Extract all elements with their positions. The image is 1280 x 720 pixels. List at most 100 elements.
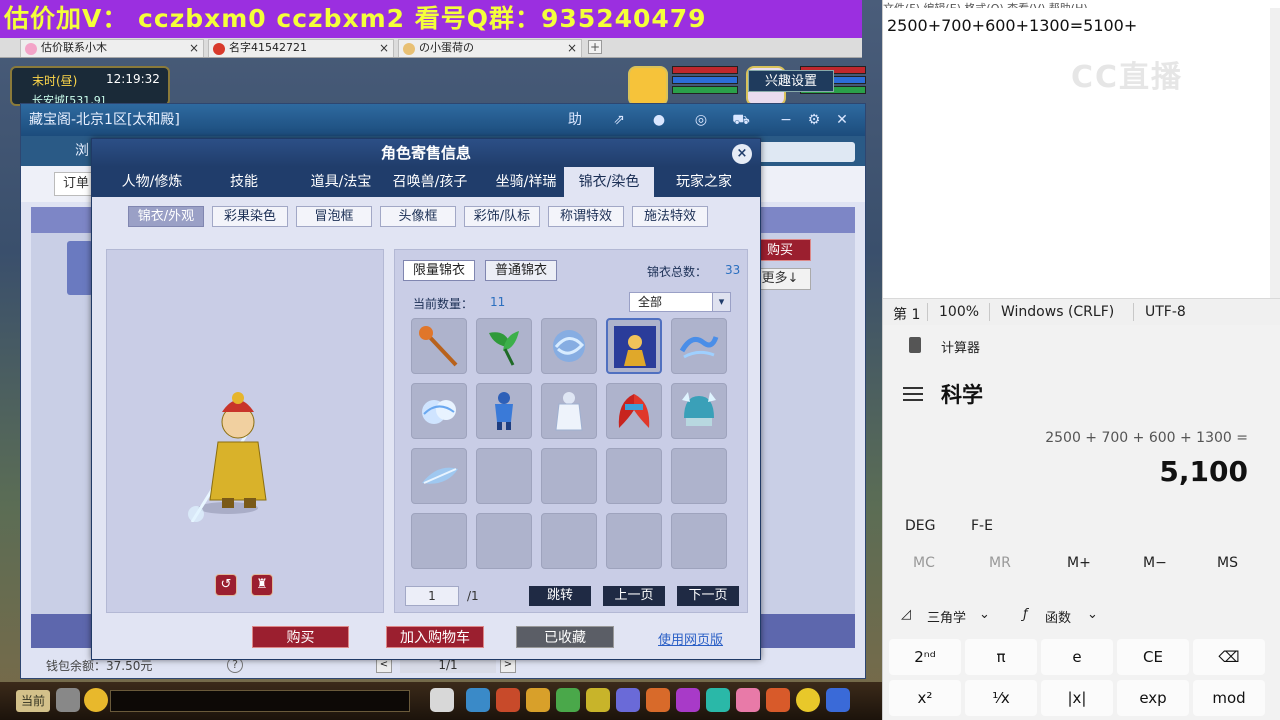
tab-character[interactable]: 人物/修炼	[104, 167, 200, 197]
mic-icon[interactable]	[56, 688, 80, 712]
outfit-slot-cloud[interactable]	[411, 383, 467, 439]
outfit-slot-portrait[interactable]	[606, 318, 662, 374]
item-icon[interactable]	[706, 688, 730, 712]
interest-settings-button[interactable]: 兴趣设置	[748, 70, 834, 92]
fe-toggle[interactable]: F-E	[971, 518, 993, 534]
close-icon[interactable]: ×	[379, 40, 389, 56]
item-icon[interactable]	[826, 688, 850, 712]
outfit-slot-knight[interactable]	[476, 383, 532, 439]
item-icon[interactable]	[556, 688, 580, 712]
deg-toggle[interactable]: DEG	[905, 518, 935, 534]
page-input[interactable]: 1	[405, 586, 459, 606]
next-page-button[interactable]: 下一页	[677, 586, 739, 606]
scrollbar[interactable]	[1270, 8, 1280, 298]
subtab-bubble-frame[interactable]: 冒泡框	[296, 206, 372, 227]
key-square[interactable]: x²	[889, 680, 961, 716]
use-web-version-link[interactable]: 使用网页版	[658, 629, 723, 648]
subtab-cast-effect[interactable]: 施法特效	[632, 206, 708, 227]
add-to-cart-button[interactable]: 加入购物车	[386, 626, 484, 648]
browser-tab-2[interactable]: 名字41542721 ×	[208, 39, 394, 57]
outfit-slot-empty[interactable]	[541, 448, 597, 504]
browser-tab-1[interactable]: 估价联系小木 ×	[20, 39, 204, 57]
key-exp[interactable]: exp	[1117, 680, 1189, 716]
prev-page-button[interactable]: 上一页	[603, 586, 665, 606]
subtab-team-badge[interactable]: 彩饰/队标	[464, 206, 540, 227]
nav-browse-label[interactable]: 浏	[75, 140, 89, 160]
memory-store-button[interactable]: MS	[1217, 555, 1238, 571]
item-icon[interactable]	[796, 688, 820, 712]
outfit-slot-empty[interactable]	[606, 513, 662, 569]
item-icon[interactable]	[496, 688, 520, 712]
key-e[interactable]: e	[1041, 639, 1113, 675]
close-icon[interactable]: ×	[189, 40, 199, 56]
outfit-slot-swirl[interactable]	[541, 318, 597, 374]
subtab-avatar-frame[interactable]: 头像框	[380, 206, 456, 227]
search-input[interactable]	[745, 142, 855, 162]
tab-limited-outfits[interactable]: 限量锦衣	[403, 260, 475, 281]
item-icon[interactable]	[526, 688, 550, 712]
close-icon[interactable]: ×	[732, 144, 752, 164]
backspace-icon[interactable]: ⌫	[1193, 639, 1265, 675]
outfit-slot-feather[interactable]	[411, 448, 467, 504]
outfit-slot-staff[interactable]	[411, 318, 467, 374]
outfit-slot-wave[interactable]	[671, 318, 727, 374]
tab-normal-outfits[interactable]: 普通锦衣	[485, 260, 557, 281]
key-ce[interactable]: CE	[1117, 639, 1189, 675]
pose-button[interactable]: ♜	[251, 574, 273, 596]
outfit-slot-helmet[interactable]	[671, 383, 727, 439]
memory-subtract-button[interactable]: M−	[1143, 555, 1167, 571]
outfit-slot-empty[interactable]	[541, 513, 597, 569]
tab-outfits[interactable]: 锦衣/染色	[564, 167, 654, 197]
tab-mounts[interactable]: 坐骑/祥瑞	[478, 167, 574, 197]
pet-icon[interactable]	[430, 688, 454, 712]
pet-portrait[interactable]	[628, 66, 668, 106]
tab-skills[interactable]: 技能	[200, 167, 288, 197]
record-icon[interactable]: ●	[648, 110, 670, 130]
outfit-slot-empty[interactable]	[671, 448, 727, 504]
trig-dropdown[interactable]: 三角学	[927, 607, 966, 626]
close-icon[interactable]: ×	[567, 40, 577, 56]
outfit-slot-empty[interactable]	[411, 513, 467, 569]
chat-icon[interactable]: ◎	[690, 110, 712, 130]
subtab-title-effect[interactable]: 称谓特效	[548, 206, 624, 227]
outfit-slot-empty[interactable]	[476, 448, 532, 504]
item-icon[interactable]	[766, 688, 790, 712]
favorited-button[interactable]: 已收藏	[516, 626, 614, 648]
settings-icon[interactable]: ⚙	[803, 110, 825, 130]
outfit-slot-empty[interactable]	[606, 448, 662, 504]
order-button[interactable]: 订单	[54, 172, 94, 196]
subtab-outfit-appearance[interactable]: 锦衣/外观	[128, 206, 204, 227]
outfit-slot-wing[interactable]	[606, 383, 662, 439]
chat-input[interactable]	[110, 690, 410, 712]
cart-icon[interactable]: ⛟	[730, 110, 752, 130]
rotate-button[interactable]: ↺	[215, 574, 237, 596]
skill-icon[interactable]	[466, 688, 490, 712]
tab-items[interactable]: 道具/法宝	[292, 167, 390, 197]
function-dropdown[interactable]: 函数	[1045, 607, 1071, 626]
item-icon[interactable]	[676, 688, 700, 712]
outfit-slot-robe[interactable]	[541, 383, 597, 439]
item-icon[interactable]	[616, 688, 640, 712]
outfit-slot-empty[interactable]	[476, 513, 532, 569]
chat-channel-button[interactable]: 当前	[16, 690, 50, 712]
key-mod[interactable]: mod	[1193, 680, 1265, 716]
help-button[interactable]: 助	[564, 110, 586, 130]
outfit-filter-select[interactable]: 全部 ▾	[629, 292, 731, 312]
close-icon[interactable]: ✕	[831, 110, 853, 130]
key-abs[interactable]: |x|	[1041, 680, 1113, 716]
jump-button[interactable]: 跳转	[529, 586, 591, 606]
memory-add-button[interactable]: M+	[1067, 555, 1091, 571]
item-icon[interactable]	[586, 688, 610, 712]
notepad-text[interactable]: 2500+700+600+1300=5100+	[887, 16, 1137, 35]
key-pi[interactable]: π	[965, 639, 1037, 675]
tab-player-home[interactable]: 玩家之家	[658, 167, 750, 197]
buy-button[interactable]: 购买	[252, 626, 349, 648]
new-tab-button[interactable]: +	[588, 40, 602, 54]
avatar[interactable]	[67, 241, 93, 295]
outfit-slot-empty[interactable]	[671, 513, 727, 569]
share-icon[interactable]: ⇗	[608, 110, 630, 130]
emoji-icon[interactable]	[84, 688, 108, 712]
item-icon[interactable]	[736, 688, 760, 712]
item-icon[interactable]	[646, 688, 670, 712]
hamburger-menu-icon[interactable]	[903, 387, 923, 401]
